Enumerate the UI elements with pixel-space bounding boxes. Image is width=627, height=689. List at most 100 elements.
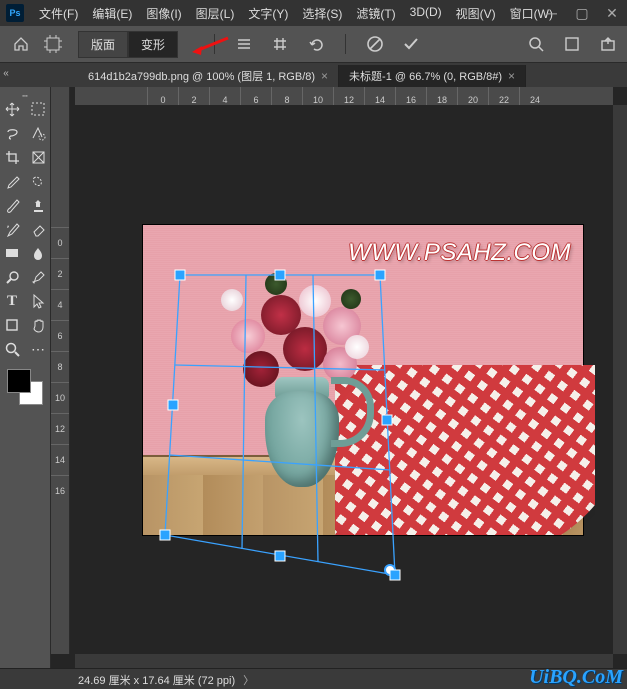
menu-file[interactable]: 文件(F) [32, 1, 85, 26]
document-tabs: 614d1b2a799db.png @ 100% (图层 1, RGB/8) ×… [0, 63, 627, 87]
options-bar: 版面 变形 [0, 26, 627, 63]
close-tab-icon[interactable]: × [321, 69, 328, 83]
ruler-tick: 4 [51, 289, 69, 320]
vase-object [213, 265, 383, 495]
vase-handle [331, 377, 374, 447]
menu-image[interactable]: 图像(I) [139, 1, 188, 26]
status-bar: 24.69 厘米 x 17.64 厘米 (72 ppi) 〉 UiBQ.CoM [0, 668, 627, 689]
crop-tool[interactable] [1, 147, 23, 167]
canvas[interactable]: WWW.PSAHZ.COM [143, 225, 583, 535]
home-icon[interactable] [10, 33, 32, 55]
grid-hash-icon[interactable] [269, 33, 291, 55]
color-swatches[interactable] [7, 369, 43, 405]
ruler-tick: 6 [240, 87, 271, 105]
brush-tool[interactable] [1, 195, 23, 215]
pen-tool[interactable] [27, 267, 49, 287]
tab-warp[interactable]: 变形 [128, 31, 178, 58]
separator [214, 34, 215, 54]
status-info: 24.69 厘米 x 17.64 厘米 (72 ppi) [78, 672, 235, 688]
ruler-tick: 20 [457, 87, 488, 105]
ruler-tick: 0 [51, 227, 69, 258]
ruler-tick: 10 [51, 382, 69, 413]
watermark-text: WWW.PSAHZ.COM [348, 239, 571, 267]
tools-panel: ┅ T ⋯ [0, 87, 51, 668]
ruler-tick: 22 [488, 87, 519, 105]
menu-3d[interactable]: 3D(D) [403, 1, 449, 26]
title-bar: Ps 文件(F) 编辑(E) 图像(I) 图层(L) 文字(Y) 选择(S) 滤… [0, 0, 627, 26]
share-icon[interactable] [597, 33, 619, 55]
ruler-tick: 2 [51, 258, 69, 289]
work-area: 0 2 4 6 8 10 12 14 16 18 20 22 24 0 2 4 … [51, 87, 627, 668]
ruler-tick: 18 [426, 87, 457, 105]
ruler-tick: 14 [51, 444, 69, 475]
scrollbar-vertical[interactable] [613, 105, 627, 654]
menu-view[interactable]: 视图(V) [449, 1, 503, 26]
document-tab-1[interactable]: 614d1b2a799db.png @ 100% (图层 1, RGB/8) × [78, 65, 339, 87]
cancel-icon[interactable] [364, 33, 386, 55]
dodge-tool[interactable] [1, 267, 23, 287]
window-controls: ─ ▢ ✕ [537, 0, 627, 26]
lasso-tool[interactable] [1, 123, 23, 143]
undo-icon[interactable] [305, 33, 327, 55]
ruler-tick: 8 [51, 351, 69, 382]
maximize-button[interactable]: ▢ [567, 0, 597, 26]
ruler-tick: 16 [51, 475, 69, 506]
menu-bar: 文件(F) 编辑(E) 图像(I) 图层(L) 文字(Y) 选择(S) 滤镜(T… [32, 1, 560, 26]
type-tool[interactable]: T [1, 291, 23, 311]
history-brush-tool[interactable] [1, 219, 23, 239]
more-tools-icon[interactable]: ⋯ [27, 339, 49, 359]
move-tool[interactable] [1, 99, 23, 119]
app-logo: Ps [6, 4, 24, 22]
grid-3-icon[interactable] [233, 33, 255, 55]
ruler-horizontal[interactable]: 0 2 4 6 8 10 12 14 16 18 20 22 24 [75, 87, 613, 106]
menu-edit[interactable]: 编辑(E) [85, 1, 139, 26]
canvas-stage[interactable]: WWW.PSAHZ.COM [75, 105, 613, 654]
commit-icon[interactable] [400, 33, 422, 55]
minimize-button[interactable]: ─ [537, 0, 567, 26]
menu-filter[interactable]: 滤镜(T) [349, 1, 402, 26]
blur-tool[interactable] [27, 243, 49, 263]
ruler-vertical[interactable]: 0 2 4 6 8 10 12 14 16 [51, 105, 70, 654]
patch-tool[interactable] [27, 171, 49, 191]
ruler-tick: 12 [333, 87, 364, 105]
eraser-tool[interactable] [27, 219, 49, 239]
ruler-tick: 24 [519, 87, 550, 105]
tab-panel[interactable]: 版面 [78, 31, 128, 58]
eyedropper-tool[interactable] [1, 171, 23, 191]
options-right [525, 33, 619, 55]
shape-tool[interactable] [1, 315, 23, 335]
document-tab-1-label: 614d1b2a799db.png @ 100% (图层 1, RGB/8) [88, 68, 315, 84]
ruler-tick: 14 [364, 87, 395, 105]
view-mode-icon[interactable] [561, 33, 583, 55]
zoom-tool[interactable] [1, 339, 23, 359]
gradient-tool[interactable] [1, 243, 23, 263]
site-brand: UiBQ.CoM [529, 666, 623, 689]
close-tab-icon[interactable]: × [508, 69, 515, 83]
search-icon[interactable] [525, 33, 547, 55]
ruler-tick: 12 [51, 413, 69, 444]
ruler-tick: 10 [302, 87, 333, 105]
path-select-tool[interactable] [27, 291, 49, 311]
quick-select-tool[interactable] [27, 123, 49, 143]
options-icons [210, 33, 422, 55]
marquee-tool[interactable] [27, 99, 49, 119]
ruler-tick: 4 [209, 87, 240, 105]
close-button[interactable]: ✕ [597, 0, 627, 26]
options-tabs: 版面 变形 [78, 31, 178, 58]
document-tab-2[interactable]: 未标题-1 @ 66.7% (0, RGB/8#) × [339, 65, 526, 87]
menu-select[interactable]: 选择(S) [295, 1, 349, 26]
menu-layer[interactable]: 图层(L) [189, 1, 242, 26]
ruler-tick: 6 [51, 320, 69, 351]
clone-tool[interactable] [27, 195, 49, 215]
status-arrow-icon[interactable]: 〉 [243, 672, 254, 688]
transform-tool-icon[interactable] [42, 33, 64, 55]
ruler-tick: 16 [395, 87, 426, 105]
ruler-tick: 0 [147, 87, 178, 105]
frame-tool[interactable] [27, 147, 49, 167]
tools-grip-icon[interactable]: ┅ [0, 91, 50, 99]
hand-tool[interactable] [27, 315, 49, 335]
foreground-color[interactable] [7, 369, 31, 393]
panel-collapse-icon[interactable]: « [0, 63, 12, 83]
ruler-corner [51, 87, 70, 106]
menu-type[interactable]: 文字(Y) [241, 1, 295, 26]
